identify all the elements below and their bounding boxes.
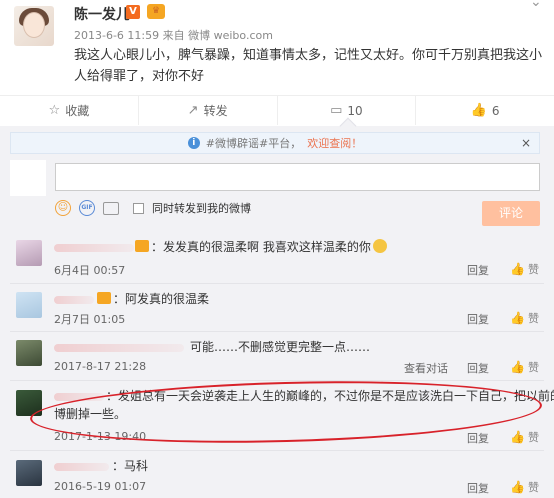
info-icon: i <box>187 137 200 149</box>
gif-icon[interactable]: GIF <box>79 200 95 216</box>
like-icon: 👍 <box>470 103 487 118</box>
view-conversation-link[interactable]: 查看对话 <box>404 360 448 376</box>
author-avatar[interactable] <box>14 6 54 46</box>
image-icon[interactable] <box>103 201 119 215</box>
comment-icon: ▭ <box>330 103 343 118</box>
divider <box>10 283 544 284</box>
weibo-post: 陈一发儿 V ♛ ⌄ 2013-6-6 11:59 来自 微博 weibo.co… <box>0 0 554 92</box>
notice-link[interactable]: 欢迎查阅！ <box>307 135 362 151</box>
comment-like-button[interactable]: 👍 赞 <box>510 429 539 445</box>
avatar-face <box>23 12 45 38</box>
divider <box>10 331 544 332</box>
commenter-avatar[interactable] <box>16 460 42 486</box>
comment-time: 2月7日 01:05 <box>54 313 126 326</box>
author-name[interactable]: 陈一发儿 <box>74 4 130 24</box>
member-badge-icon <box>97 292 111 304</box>
comment-text: ：马科 <box>112 459 149 473</box>
comment-text: 可能……不删感觉更完整一点…… <box>190 340 371 354</box>
forward-label: 同时转发到我的微博 <box>152 202 251 215</box>
my-avatar <box>10 160 46 196</box>
post-text: 我这人心眼儿小，脾气暴躁，知道事情太多，记性又太好。你可千万别真把我这小人给得罪… <box>74 48 543 84</box>
member-badge-icon <box>135 240 149 252</box>
blush-emoji-icon <box>372 239 387 253</box>
like-button[interactable]: 👍 6 <box>416 96 554 125</box>
commenter-name-redacted[interactable] <box>54 344 184 352</box>
commenter-name-redacted[interactable] <box>54 463 109 471</box>
rumor-notice-banner: i #微博辟谣#平台， 欢迎查阅！ × <box>10 132 540 154</box>
comment-like-button[interactable]: 👍 赞 <box>510 479 539 495</box>
close-icon[interactable]: × <box>521 136 531 150</box>
repost-label: 转发 <box>203 104 228 118</box>
composer-toolbar: ☺ GIF 同时转发到我的微博 <box>55 200 251 216</box>
comment-text: ：发发真的很温柔啊 我喜欢这样温柔的你 <box>135 238 387 256</box>
comment-time: 2016-5-19 01:07 <box>54 480 147 493</box>
divider <box>10 450 544 451</box>
comment-input[interactable] <box>55 163 540 191</box>
verified-badge-icon: V <box>126 5 140 19</box>
emoji-icon[interactable]: ☺ <box>55 200 71 216</box>
reply-button[interactable]: 回复 <box>467 262 489 278</box>
post-menu-chevron-icon[interactable]: ⌄ <box>530 0 542 10</box>
share-icon: ↗ <box>187 103 199 118</box>
favorite-button[interactable]: ☆ 收藏 <box>0 96 139 125</box>
comment-time: 2017-8-17 21:28 <box>54 360 147 373</box>
star-icon: ☆ <box>48 103 61 118</box>
comment-like-button[interactable]: 👍 赞 <box>510 310 539 326</box>
commenter-name-redacted[interactable] <box>54 244 134 252</box>
repost-button[interactable]: ↗ 转发 <box>139 96 278 125</box>
divider <box>10 380 544 381</box>
comment-like-button[interactable]: 👍 赞 <box>510 261 539 277</box>
commenter-name-redacted[interactable] <box>54 296 94 304</box>
favorite-label: 收藏 <box>65 104 90 118</box>
comment-text: ：阿发真的很温柔 <box>97 290 209 308</box>
member-crown-icon: ♛ <box>147 4 165 19</box>
notice-text: #微博辟谣#平台， <box>205 137 302 150</box>
like-count: 6 <box>491 103 500 118</box>
commenter-avatar[interactable] <box>16 340 42 366</box>
submit-comment-button[interactable]: 评论 <box>482 201 540 226</box>
forward-checkbox[interactable] <box>133 202 144 214</box>
commenter-avatar[interactable] <box>16 240 42 266</box>
reply-button[interactable]: 回复 <box>467 430 489 446</box>
reply-button[interactable]: 回复 <box>467 360 489 376</box>
comment-time: 6月4日 00:57 <box>54 264 126 277</box>
comment-like-button[interactable]: 👍 赞 <box>510 359 539 375</box>
reply-button[interactable]: 回复 <box>467 480 489 496</box>
post-meta: 2013-6-6 11:59 来自 微博 weibo.com <box>74 29 273 42</box>
reply-button[interactable]: 回复 <box>467 311 489 327</box>
post-action-bar: ☆ 收藏 ↗ 转发 ▭ 10 👍 6 <box>0 95 554 125</box>
commenter-avatar[interactable] <box>16 292 42 318</box>
comment-count: 10 <box>347 103 363 118</box>
